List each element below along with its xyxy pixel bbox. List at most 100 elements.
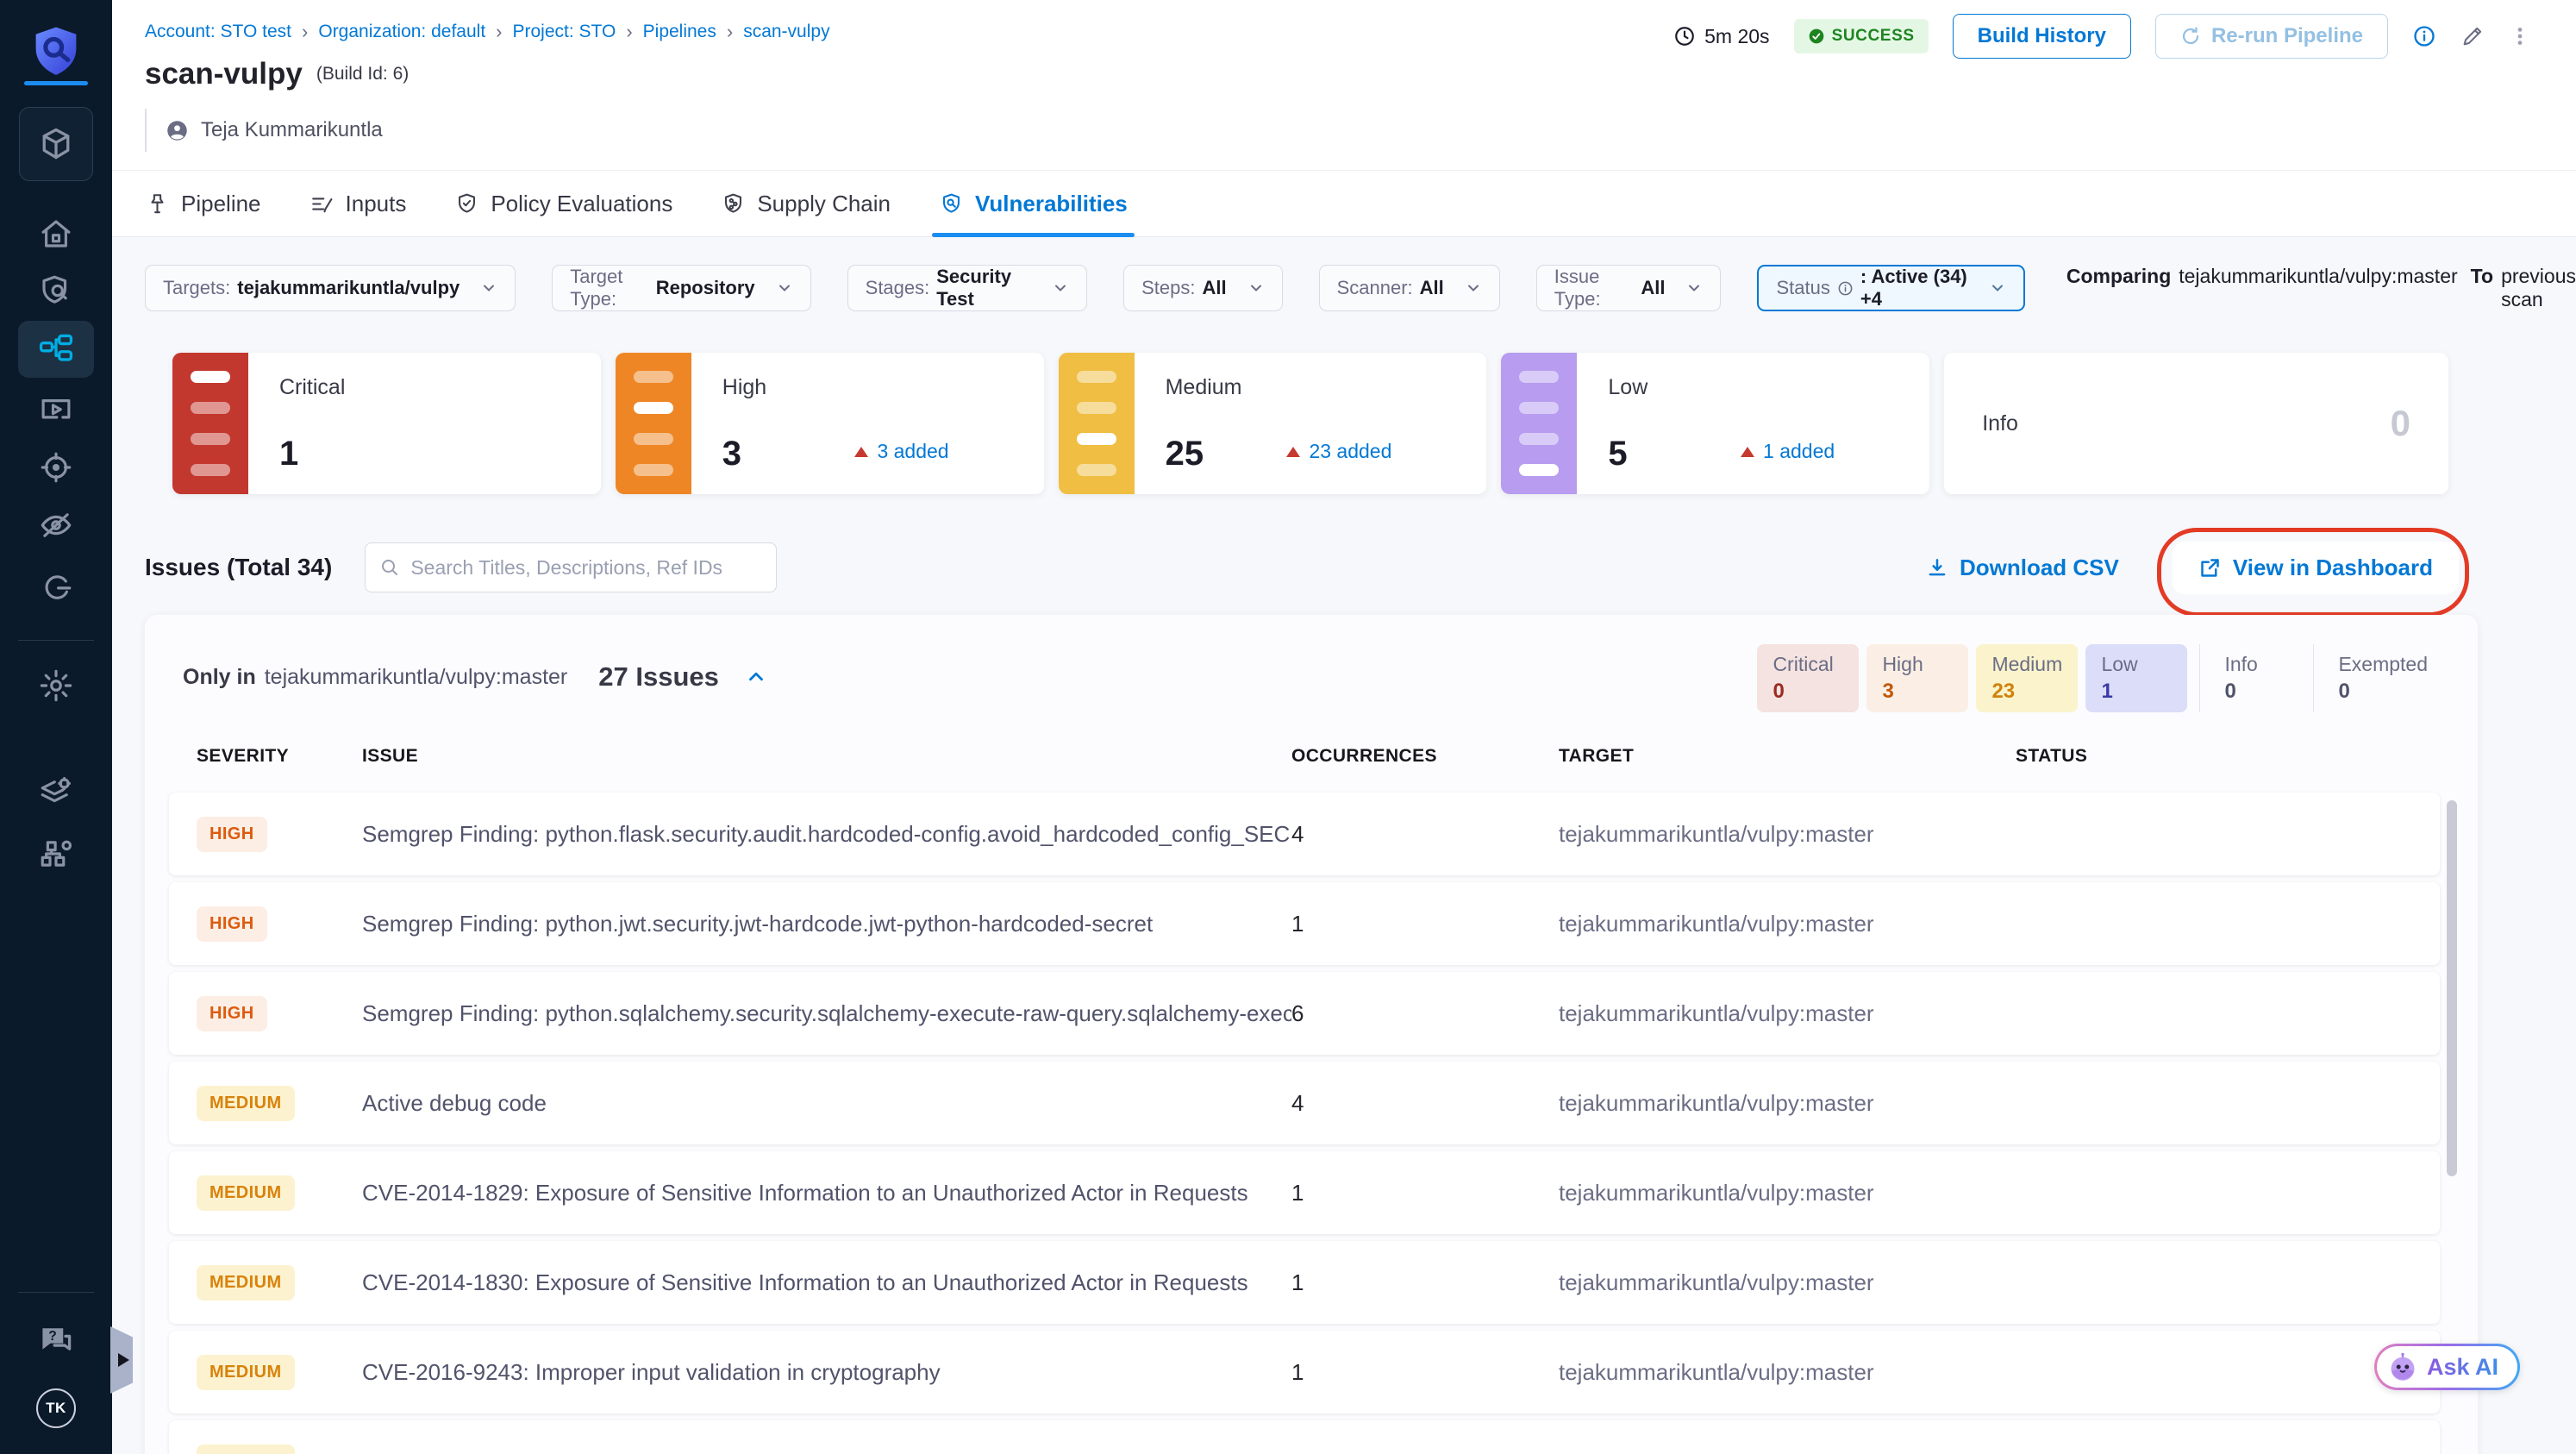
page-title: scan-vulpy bbox=[145, 57, 303, 91]
build-id: (Build Id: 6) bbox=[316, 64, 410, 84]
tab-bar: Pipeline Inputs Policy Evaluations Suppl… bbox=[145, 171, 1135, 237]
layers-settings-icon[interactable] bbox=[38, 774, 74, 811]
breadcrumb-organization[interactable]: Organization: default bbox=[318, 22, 485, 42]
delta-added: 1 added bbox=[1741, 440, 1835, 463]
chip-low: Low 1 bbox=[2085, 644, 2188, 712]
sidebar-bottom-divider bbox=[18, 1292, 94, 1293]
collapse-chevron-up-icon[interactable] bbox=[745, 666, 767, 688]
tab-vulnerabilities[interactable]: Vulnerabilities bbox=[932, 171, 1135, 237]
table-row[interactable]: HIGH Semgrep Finding: python.flask.secur… bbox=[169, 793, 2440, 875]
breadcrumb-pipelines[interactable]: Pipelines bbox=[643, 22, 716, 42]
home-icon[interactable] bbox=[38, 216, 74, 252]
module-selector-cube-icon[interactable] bbox=[19, 107, 93, 181]
issues-count: 27 Issues bbox=[598, 661, 719, 692]
table-header: SEVERITY ISSUE OCCURRENCES TARGET STATUS bbox=[197, 746, 2088, 766]
svg-text:?: ? bbox=[48, 1329, 57, 1344]
filter-targets[interactable]: Targets: tejakummarikuntla/vulpy bbox=[145, 265, 516, 311]
chevron-down-icon bbox=[1052, 279, 1069, 297]
filter-row: Targets: tejakummarikuntla/vulpy Target T… bbox=[145, 265, 2576, 311]
filter-steps[interactable]: Steps: All bbox=[1123, 265, 1283, 311]
tab-policy-evaluations[interactable]: Policy Evaluations bbox=[454, 171, 672, 237]
severity-badge: MEDIUM bbox=[197, 1085, 295, 1121]
tab-supply-chain[interactable]: Supply Chain bbox=[721, 171, 891, 237]
sidebar-expand-handle[interactable] bbox=[110, 1326, 133, 1394]
tab-pipeline[interactable]: Pipeline bbox=[145, 171, 261, 237]
download-icon bbox=[1926, 556, 1948, 579]
severity-badge: MEDIUM bbox=[197, 1444, 295, 1454]
issues-group-header: Only in tejakummarikuntla/vulpy:master 2… bbox=[183, 661, 767, 693]
sidebar: ? TK bbox=[0, 0, 112, 1454]
view-in-dashboard-wrap: View in Dashboard bbox=[2156, 527, 2469, 617]
chevron-down-icon bbox=[1465, 279, 1482, 297]
chip-critical: Critical 0 bbox=[1757, 644, 1860, 712]
table-row[interactable]: HIGH Semgrep Finding: python.sqlalchemy.… bbox=[169, 972, 2440, 1055]
card-critical[interactable]: Critical 1 bbox=[172, 353, 601, 494]
logo-underline bbox=[24, 81, 88, 85]
tab-inputs[interactable]: Inputs bbox=[309, 171, 406, 237]
ask-ai-button[interactable]: Ask AI bbox=[2374, 1344, 2521, 1390]
card-low[interactable]: Low 5 1 added bbox=[1501, 353, 1930, 494]
severity-badge: HIGH bbox=[197, 906, 267, 942]
build-duration: 5m 20s bbox=[1673, 25, 1770, 48]
download-csv-button[interactable]: Download CSV bbox=[1926, 555, 2119, 581]
chevron-down-icon bbox=[480, 279, 497, 297]
shield-scan-icon[interactable] bbox=[38, 273, 74, 309]
table-row[interactable]: MEDIUM CVE-2016-9243: Improper input val… bbox=[169, 1331, 2440, 1413]
table-row[interactable]: HIGH Semgrep Finding: python.jwt.securit… bbox=[169, 882, 2440, 965]
kebab-menu-icon[interactable] bbox=[2509, 23, 2531, 49]
vertical-scrollbar-thumb[interactable] bbox=[2447, 800, 2457, 1176]
filter-stages[interactable]: Stages: Security Test bbox=[847, 265, 1088, 311]
breadcrumb-project[interactable]: Project: STO bbox=[512, 22, 616, 42]
expand-arrow-icon bbox=[117, 1353, 129, 1367]
breadcrumb-separator: › bbox=[626, 21, 633, 42]
settings-gear-icon[interactable] bbox=[38, 667, 74, 704]
card-high[interactable]: High 3 3 added bbox=[615, 353, 1044, 494]
breadcrumb-account[interactable]: Account: STO test bbox=[145, 22, 291, 42]
table-row[interactable]: MEDIUM bbox=[169, 1420, 2440, 1454]
executions-icon[interactable] bbox=[38, 392, 74, 429]
check-circle-icon bbox=[1808, 28, 1825, 45]
issues-title: Issues (Total 34) bbox=[145, 554, 333, 580]
filter-scanner[interactable]: Scanner: All bbox=[1318, 265, 1500, 311]
clock-icon bbox=[1673, 25, 1696, 47]
user-avatar[interactable]: TK bbox=[36, 1388, 76, 1428]
triangle-up-icon bbox=[1286, 446, 1301, 457]
severity-badge: HIGH bbox=[197, 816, 267, 852]
target-icon[interactable] bbox=[38, 449, 74, 486]
info-icon[interactable] bbox=[2412, 24, 2436, 48]
chip-info: Info 0 bbox=[2199, 644, 2301, 712]
table-row[interactable]: MEDIUM Active debug code 4 tejakummariku… bbox=[169, 1062, 2440, 1144]
sidebar-item-pipelines-active[interactable] bbox=[18, 321, 94, 378]
breadcrumb-current[interactable]: scan-vulpy bbox=[743, 22, 829, 42]
breadcrumb-separator: › bbox=[496, 21, 503, 42]
severity-cards: Critical 1 High 3 3 added Medium 25 23 a… bbox=[172, 353, 2448, 494]
shield-check-icon bbox=[454, 191, 479, 216]
breadcrumb: Account: STO test › Organization: defaul… bbox=[145, 21, 830, 43]
external-link-icon bbox=[2198, 556, 2222, 580]
topbar-actions: 5m 20s SUCCESS Build History Re-run Pipe… bbox=[1673, 12, 2531, 60]
org-settings-icon[interactable] bbox=[38, 836, 74, 872]
delta-added: 23 added bbox=[1286, 440, 1391, 463]
card-medium[interactable]: Medium 25 23 added bbox=[1058, 353, 1487, 494]
search-input[interactable] bbox=[410, 555, 763, 580]
chip-high: High 3 bbox=[1866, 644, 1969, 712]
sto-logo[interactable] bbox=[28, 22, 84, 79]
eye-slash-icon[interactable] bbox=[38, 507, 74, 543]
person-icon bbox=[166, 119, 189, 142]
gitops-icon[interactable] bbox=[38, 569, 74, 605]
filter-issue-type[interactable]: Issue Type: All bbox=[1535, 265, 1722, 311]
build-history-button[interactable]: Build History bbox=[1952, 14, 2131, 59]
help-chat-icon[interactable]: ? bbox=[37, 1321, 75, 1359]
triangle-up-icon bbox=[1741, 446, 1755, 457]
view-in-dashboard-button[interactable]: View in Dashboard bbox=[2172, 541, 2459, 594]
card-info[interactable]: Info 0 bbox=[1944, 353, 2448, 494]
rerun-pipeline-button[interactable]: Re-run Pipeline bbox=[2154, 14, 2388, 59]
chevron-down-icon bbox=[1989, 279, 2006, 297]
table-row[interactable]: MEDIUM CVE-2014-1830: Exposure of Sensit… bbox=[169, 1241, 2440, 1324]
table-row[interactable]: MEDIUM CVE-2014-1829: Exposure of Sensit… bbox=[169, 1151, 2440, 1234]
filter-target-type[interactable]: Target Type: Repository bbox=[552, 265, 811, 311]
severity-badge: HIGH bbox=[197, 995, 267, 1031]
edit-pencil-icon[interactable] bbox=[2460, 24, 2485, 48]
filter-status[interactable]: Status : Active (34) +4 bbox=[1757, 265, 2025, 311]
breadcrumb-separator: › bbox=[726, 21, 734, 42]
